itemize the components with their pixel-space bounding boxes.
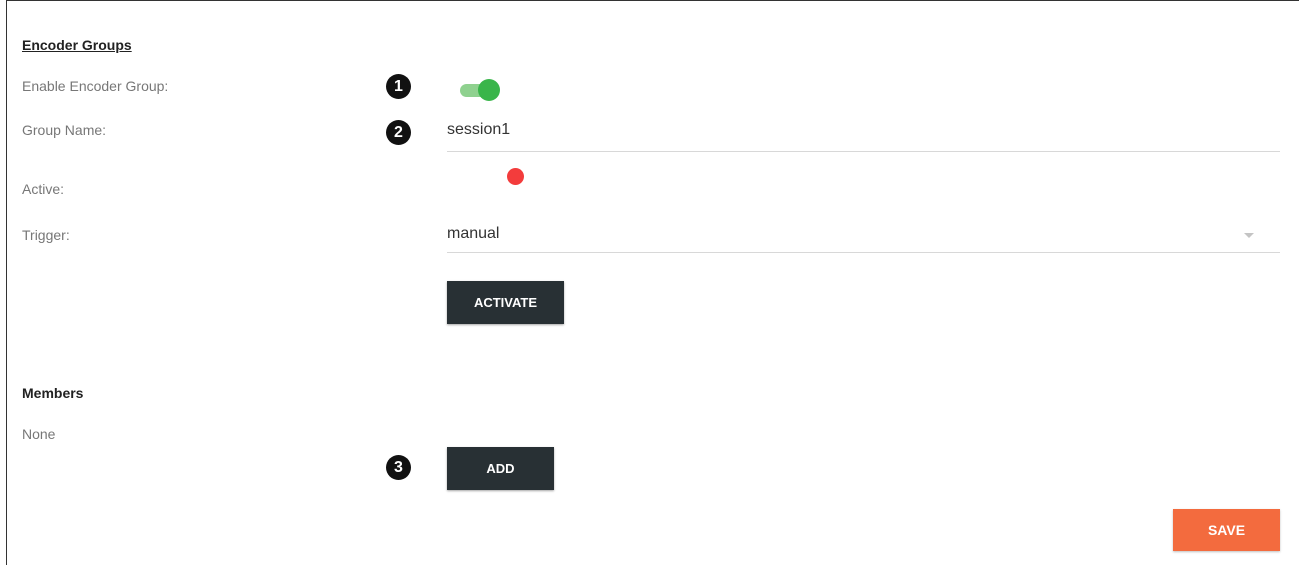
group-name-label: Group Name: (22, 122, 107, 138)
chevron-down-icon[interactable] (1244, 233, 1254, 238)
group-name-input[interactable]: session1 (447, 121, 1280, 152)
section-title: Encoder Groups (22, 37, 132, 53)
activate-button[interactable]: ACTIVATE (447, 281, 564, 324)
trigger-selected-value: manual (447, 225, 500, 242)
callout-2: 2 (386, 120, 411, 145)
active-label: Active: (22, 181, 65, 197)
add-member-button[interactable]: ADD (447, 447, 554, 490)
toggle-knob (478, 79, 500, 101)
save-button[interactable]: SAVE (1173, 509, 1280, 551)
panel-frame (6, 0, 1299, 565)
callout-3: 3 (386, 455, 411, 480)
trigger-select[interactable]: manual (447, 225, 1280, 253)
callout-1: 1 (386, 74, 411, 99)
trigger-label: Trigger: (22, 227, 70, 243)
enable-encoder-group-label: Enable Encoder Group: (22, 78, 169, 94)
active-status-indicator (507, 168, 524, 185)
enable-encoder-group-toggle[interactable] (459, 79, 501, 101)
members-title: Members (22, 385, 84, 401)
members-empty-text: None (22, 426, 56, 442)
